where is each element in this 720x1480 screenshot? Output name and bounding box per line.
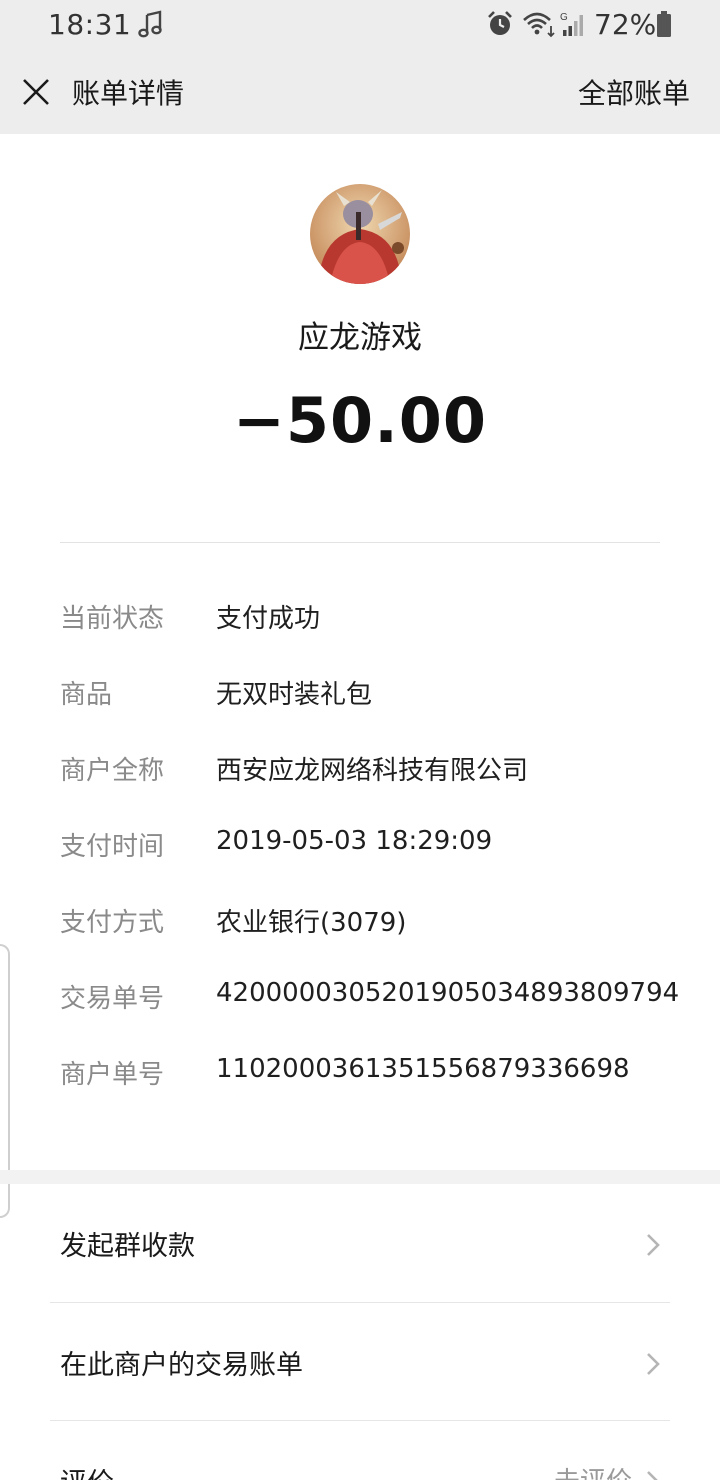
detail-label: 支付方式: [60, 908, 165, 938]
detail-value: 无双时装礼包: [216, 680, 373, 710]
nav-bar: 账单详情 全部账单: [0, 50, 720, 134]
menu-item-label: 在此商户的交易账单: [60, 1350, 303, 1381]
detail-row-transaction-id: 交易单号 4200000305201905034893809794: [0, 954, 720, 1030]
music-icon: [138, 10, 162, 38]
page-title: 账单详情: [72, 77, 185, 110]
signal-icon: G: [560, 12, 583, 36]
alarm-icon: [488, 11, 512, 35]
detail-label: 当前状态: [60, 604, 165, 634]
review-status: 未评价: [554, 1461, 632, 1480]
menu-item-merchant-bills[interactable]: 在此商户的交易账单: [0, 1303, 720, 1421]
detail-label: 商户单号: [60, 1060, 165, 1090]
status-bar: 18:31 G 72%: [0, 0, 720, 50]
all-bills-link[interactable]: 全部账单: [578, 72, 690, 112]
detail-row-merchant-order-id: 商户单号 1102000361351556879336698: [0, 1030, 720, 1106]
menu-item-label: 评价: [60, 1461, 114, 1480]
detail-label: 商户全称: [60, 756, 165, 786]
chevron-right-icon: [647, 1353, 660, 1375]
chevron-right-icon: [647, 1234, 660, 1256]
divider: [60, 542, 660, 543]
close-icon[interactable]: [20, 76, 52, 108]
detail-row-status: 当前状态 支付成功: [0, 574, 720, 650]
battery-percentage: 72%: [594, 8, 657, 41]
chevron-right-icon: [647, 1471, 658, 1480]
detail-label: 交易单号: [60, 984, 165, 1014]
menu-item-review[interactable]: 评价 未评价: [0, 1421, 720, 1480]
detail-value: 农业银行(3079): [216, 908, 407, 938]
detail-value[interactable]: 1102000361351556879336698: [216, 1054, 630, 1084]
detail-value[interactable]: 4200000305201905034893809794: [216, 978, 679, 1008]
transaction-amount: −50.00: [232, 384, 488, 457]
merchant-avatar: [310, 184, 410, 284]
detail-row-pay-time: 支付时间 2019-05-03 18:29:09: [0, 802, 720, 878]
detail-label: 商品: [60, 680, 113, 710]
wifi-icon: [523, 12, 555, 38]
detail-row-product: 商品 无双时装礼包: [0, 650, 720, 726]
detail-value: 西安应龙网络科技有限公司: [216, 756, 529, 786]
menu-item-group-collect[interactable]: 发起群收款: [0, 1184, 720, 1302]
section-separator: [0, 1170, 720, 1184]
detail-label: 支付时间: [60, 832, 165, 862]
status-time: 18:31: [48, 8, 132, 41]
detail-value: 2019-05-03 18:29:09: [216, 826, 493, 856]
merchant-name: 应龙游戏: [298, 320, 422, 356]
detail-row-pay-method: 支付方式 农业银行(3079): [0, 878, 720, 954]
detail-row-merchant-fullname: 商户全称 西安应龙网络科技有限公司: [0, 726, 720, 802]
detail-value: 支付成功: [216, 604, 321, 634]
merchant-avatar-image: [310, 184, 410, 284]
svg-text:G: G: [560, 12, 568, 23]
battery-icon: [657, 11, 671, 37]
menu-item-label: 发起群收款: [60, 1231, 195, 1262]
